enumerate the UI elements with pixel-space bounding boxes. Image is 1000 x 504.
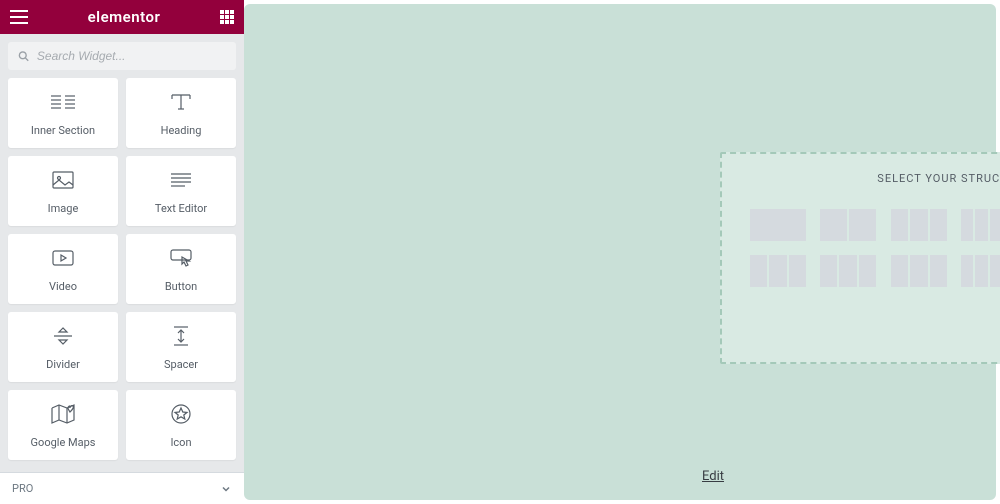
- sidebar-header: elementor: [0, 0, 244, 34]
- structure-option-0[interactable]: [750, 209, 806, 241]
- widgets-panel: Inner Section Heading Image Text Editor Vide…: [0, 78, 244, 472]
- widget-label: Button: [165, 280, 197, 293]
- widget-label: Divider: [46, 358, 80, 371]
- hamburger-icon[interactable]: [10, 10, 28, 24]
- widget-video[interactable]: Video: [8, 234, 118, 304]
- divider-icon: [52, 324, 74, 348]
- widget-label: Spacer: [164, 358, 198, 371]
- editor-canvas: SELECT YOUR STRUCTURE Edit: [244, 4, 996, 500]
- widget-divider[interactable]: Divider: [8, 312, 118, 382]
- widget-label: Text Editor: [155, 202, 207, 215]
- widget-label: Image: [48, 202, 79, 215]
- icon-icon: [170, 402, 192, 426]
- button-icon: [168, 246, 194, 270]
- text-editor-icon: [169, 168, 193, 192]
- widget-spacer[interactable]: Spacer: [126, 312, 236, 382]
- widget-image[interactable]: Image: [8, 156, 118, 226]
- search-icon: [18, 50, 29, 62]
- widget-label: Heading: [161, 124, 202, 137]
- widget-button[interactable]: Button: [126, 234, 236, 304]
- video-icon: [50, 246, 76, 270]
- structure-title: SELECT YOUR STRUCTURE: [750, 172, 1000, 185]
- edit-link[interactable]: Edit: [702, 469, 724, 484]
- widget-label: Google Maps: [31, 436, 96, 449]
- chevron-down-icon: [220, 483, 232, 495]
- search-box[interactable]: [8, 42, 236, 70]
- widget-label: Inner Section: [31, 124, 95, 137]
- search-input[interactable]: [37, 49, 226, 63]
- widget-label: Icon: [170, 436, 191, 449]
- widget-heading[interactable]: Heading: [126, 78, 236, 148]
- widget-icon[interactable]: Icon: [126, 390, 236, 460]
- heading-icon: [169, 90, 193, 114]
- widget-inner-section[interactable]: Inner Section: [8, 78, 118, 148]
- google-maps-icon: [50, 402, 76, 426]
- elementor-sidebar: elementor Inner Section Heading Image Text …: [0, 0, 244, 504]
- widget-text-editor[interactable]: Text Editor: [126, 156, 236, 226]
- widget-label: Video: [49, 280, 77, 293]
- structure-popup: SELECT YOUR STRUCTURE: [720, 152, 1000, 364]
- structure-option-8[interactable]: [891, 255, 947, 287]
- structure-option-9[interactable]: [961, 255, 1000, 287]
- structure-grid: [750, 209, 1000, 287]
- search-wrap: [0, 34, 244, 78]
- logo: elementor: [88, 8, 161, 26]
- pro-dropdown[interactable]: PRO: [0, 472, 244, 504]
- apps-grid-icon[interactable]: [220, 10, 234, 24]
- image-icon: [51, 168, 75, 192]
- spacer-icon: [172, 324, 190, 348]
- structure-option-6[interactable]: [750, 255, 806, 287]
- structure-option-7[interactable]: [820, 255, 876, 287]
- widget-google-maps[interactable]: Google Maps: [8, 390, 118, 460]
- pro-label: PRO: [12, 482, 33, 495]
- structure-option-2[interactable]: [891, 209, 947, 241]
- inner-section-icon: [50, 90, 76, 114]
- structure-option-3[interactable]: [961, 209, 1000, 241]
- structure-option-1[interactable]: [820, 209, 876, 241]
